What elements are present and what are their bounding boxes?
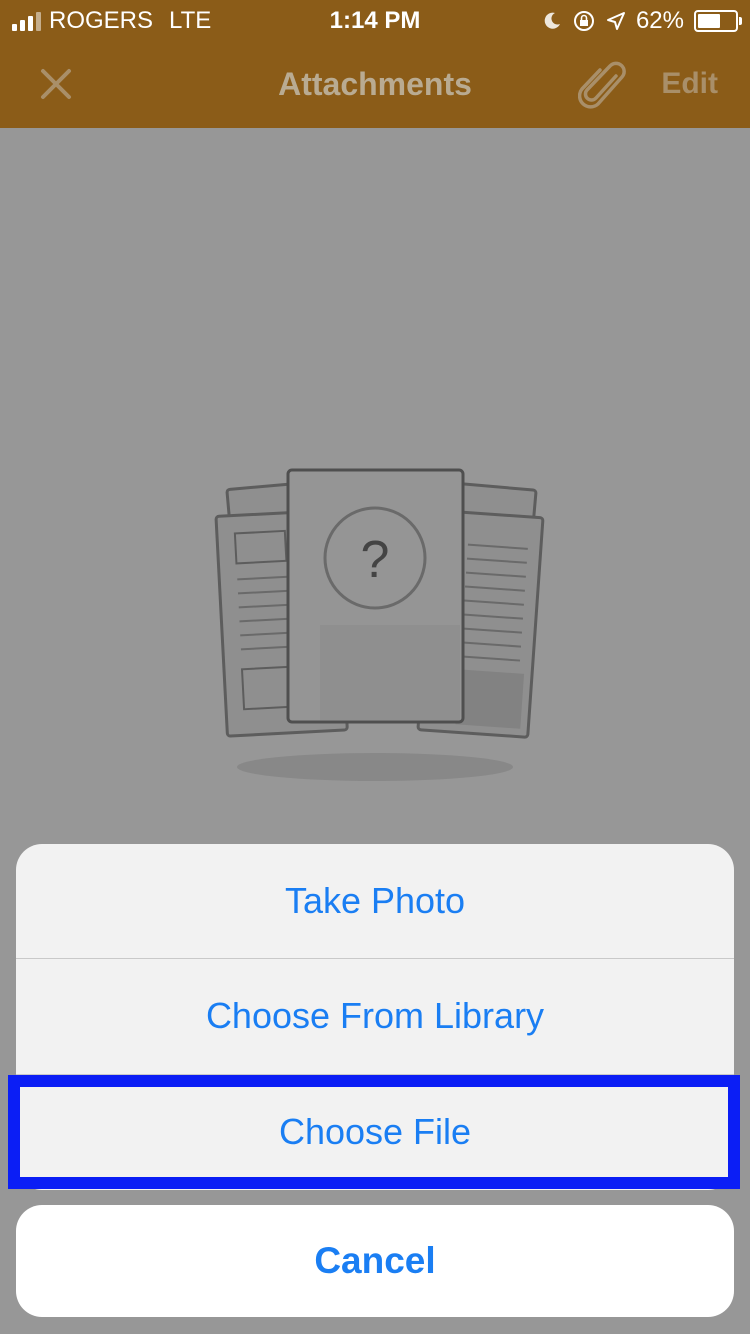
rotation-lock-icon <box>573 11 594 31</box>
choose-from-library-button[interactable]: Choose From Library <box>16 959 734 1073</box>
status-bar: ROGERS LTE 1:14 PM 62% <box>0 0 750 40</box>
nav-bar: Attachments Edit <box>0 40 750 128</box>
moon-icon <box>544 12 560 29</box>
highlight-box <box>8 1075 740 1189</box>
edit-button[interactable]: Edit <box>661 67 718 101</box>
empty-documents-illustration: ? <box>214 468 545 781</box>
battery-icon <box>694 10 742 32</box>
document-center: ? <box>286 468 465 724</box>
battery-fill <box>698 14 721 28</box>
status-right: 62% <box>542 7 742 35</box>
page-title: Attachments <box>278 66 472 102</box>
question-mark-icon: ? <box>361 531 390 589</box>
battery-percentage: 62% <box>635 7 684 34</box>
location-arrow-icon <box>606 12 625 30</box>
cancel-button[interactable]: Cancel <box>16 1205 734 1317</box>
paperclip-icon[interactable] <box>578 58 628 114</box>
take-photo-button[interactable]: Take Photo <box>16 844 734 958</box>
